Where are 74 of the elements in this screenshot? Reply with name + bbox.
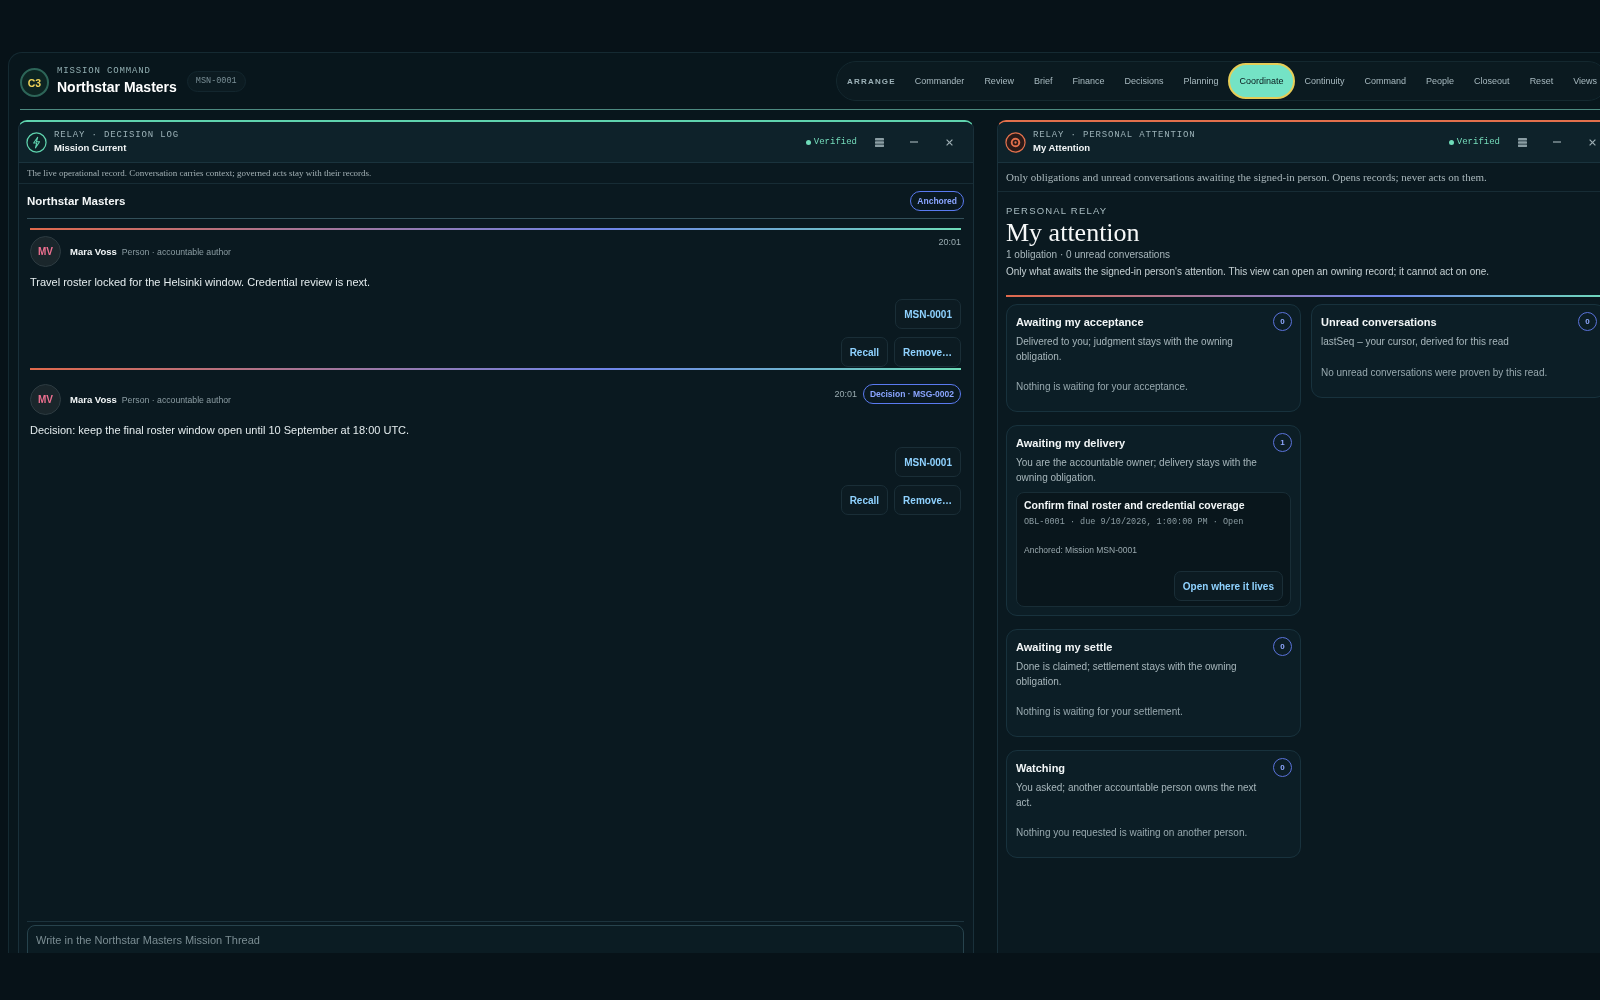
panel-title: Mission Current xyxy=(54,142,127,154)
panel-description: Only obligations and unread conversations awaiting the signed-in person. Opens records; never acts on them. xyxy=(1006,170,1487,184)
section-kicker: PERSONAL RELAY xyxy=(1006,204,1108,217)
card-title: Awaiting my delivery xyxy=(1016,435,1126,450)
card-title: Watching xyxy=(1016,760,1066,775)
panel-eyebrow: RELAY · PERSONAL ATTENTION xyxy=(1033,130,1196,141)
message-time: 20:01 xyxy=(938,236,961,248)
status-label: Verified xyxy=(1456,136,1500,148)
thread-title: Northstar Masters xyxy=(27,194,126,208)
obligation-meta: OBL-0001 · due 9/10/2026, 1:00:00 PM · Open xyxy=(1024,516,1244,528)
action-button[interactable]: Recall xyxy=(840,485,889,515)
status-label: Verified xyxy=(813,136,857,148)
message-body: Decision: keep the final roster window open until 10 September at 18:00 UTC. xyxy=(30,423,410,438)
nav-tab[interactable]: Views xyxy=(1563,63,1600,99)
nav-tab[interactable]: Continuity xyxy=(1294,63,1355,99)
panel-description: The live operational record. Conversation carries context; governed acts stay with their records. xyxy=(27,167,372,179)
card-description: Delivered to you; judgment stays with the owning obligation. xyxy=(1016,335,1234,364)
record-button[interactable]: MSN-0001 xyxy=(895,447,961,477)
anchor-label: Anchored: Mission MSN-0001 xyxy=(1024,544,1137,556)
card-title: Awaiting my acceptance xyxy=(1016,314,1144,329)
card-description: You are the accountable owner; delivery stays with the owning obligation. xyxy=(1016,456,1258,485)
obligation-title: Confirm final roster and credential coverage xyxy=(1024,498,1245,512)
app-title: Northstar Masters xyxy=(57,79,177,96)
nav-tab[interactable]: Review xyxy=(974,63,1024,99)
status-dot-icon xyxy=(1448,139,1454,145)
nav-tab[interactable]: People xyxy=(1416,63,1465,99)
nav-tab[interactable]: Planning xyxy=(1173,63,1229,99)
empty-message: Nothing you requested is waiting on another person. xyxy=(1016,826,1248,840)
attention-note: Only what awaits the signed-in person's attention. This view can open an owning record; it cannot act on one. xyxy=(1006,265,1490,279)
panel-eyebrow: RELAY · DECISION LOG xyxy=(54,130,180,141)
nav-tab[interactable]: Command xyxy=(1354,63,1417,99)
nav-tab[interactable]: Finance xyxy=(1062,63,1115,99)
card-description: Done is claimed; settlement stays with the owning obligation. xyxy=(1016,660,1238,689)
open-button[interactable]: Open where it lives xyxy=(1173,571,1283,601)
empty-message: No unread conversations were proven by this read. xyxy=(1321,365,1548,380)
author-name: Mara Voss xyxy=(70,393,117,406)
nav-tab[interactable]: Brief xyxy=(1023,63,1063,99)
attention-summary: 1 obligation · 0 unread conversations xyxy=(1006,248,1170,262)
close-icon[interactable] xyxy=(946,138,953,146)
close-icon[interactable] xyxy=(1589,138,1596,146)
nav-tab[interactable]: Coordinate xyxy=(1228,63,1295,99)
author-role: Person · accountable author xyxy=(121,393,231,406)
card-description: lastSeq – your cursor, derived for this read xyxy=(1321,335,1509,349)
app-eyebrow: MISSION COMMAND xyxy=(57,66,151,77)
card-description: You asked; another accountable person owns the next act. xyxy=(1016,781,1258,810)
message-input[interactable]: Write in the Northstar Masters Mission Thread xyxy=(27,925,964,953)
avatar: MV xyxy=(30,384,61,415)
bolt-icon xyxy=(26,131,47,153)
action-button[interactable]: Remove… xyxy=(894,337,961,367)
action-button[interactable]: Recall xyxy=(840,337,889,367)
nav-tab[interactable]: Commander xyxy=(904,63,975,99)
panel-title: My Attention xyxy=(1033,142,1091,154)
section-heading: My attention xyxy=(1006,218,1140,248)
target-icon xyxy=(1005,131,1026,153)
empty-message: Nothing is waiting for your acceptance. xyxy=(1016,380,1188,394)
table-icon[interactable] xyxy=(1518,137,1527,147)
nav-tab[interactable]: Closeout xyxy=(1464,63,1520,99)
card-title: Awaiting my settle xyxy=(1016,639,1113,654)
table-icon[interactable] xyxy=(875,137,884,147)
message-time: 20:01 xyxy=(834,388,857,400)
mission-badge: MSN-0001 xyxy=(186,70,246,92)
app-logo: C3 xyxy=(20,68,49,97)
action-button[interactable]: Remove… xyxy=(894,485,961,515)
record-button[interactable]: MSN-0001 xyxy=(895,299,961,329)
avatar: MV xyxy=(30,236,61,267)
nav-tab[interactable]: Reset xyxy=(1519,63,1564,99)
status-dot-icon xyxy=(805,139,811,145)
nav-label: ARRANGE xyxy=(847,76,896,86)
author-name: Mara Voss xyxy=(70,245,117,258)
nav-tab[interactable]: Decisions xyxy=(1114,63,1174,99)
message-body: Travel roster locked for the Helsinki window. Credential review is next. xyxy=(30,275,371,290)
card-title: Unread conversations xyxy=(1321,314,1437,329)
author-role: Person · accountable author xyxy=(121,245,231,258)
empty-message: Nothing is waiting for your settlement. xyxy=(1016,705,1183,719)
